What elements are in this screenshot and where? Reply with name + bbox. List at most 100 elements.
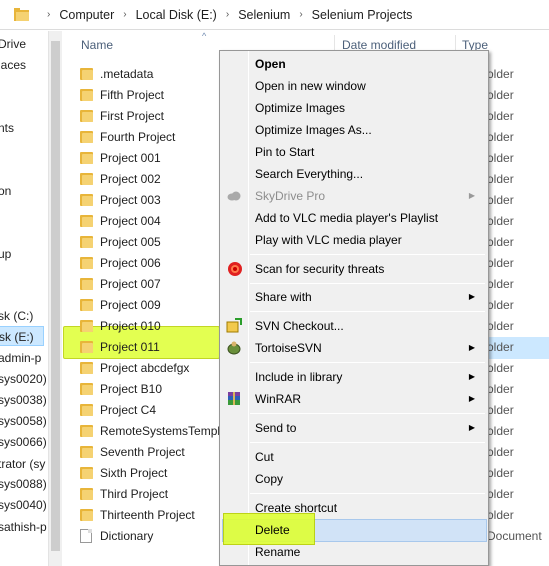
chevron-right-icon[interactable]: › <box>123 9 126 20</box>
file-type: older <box>487 172 514 186</box>
folder-icon <box>80 109 94 123</box>
breadcrumb-selenium-projects[interactable]: Selenium Projects <box>312 8 413 22</box>
file-row[interactable]: Project 005 <box>80 232 161 252</box>
folder-icon <box>14 7 30 22</box>
file-row[interactable]: Project C4 <box>80 400 156 420</box>
navigation-pane: Drive laces nts on up sk (C:) sk (E:) ad… <box>0 31 48 566</box>
file-type: older <box>487 508 514 522</box>
nav-item[interactable]: sys0038) <box>0 390 47 410</box>
file-row[interactable]: Project 007 <box>80 274 161 294</box>
file-type: older <box>487 466 514 480</box>
menu-item-open[interactable]: Open <box>222 53 487 75</box>
menu-item-play-vlc[interactable]: Play with VLC media player <box>222 229 487 251</box>
nav-item[interactable]: admin-p <box>0 348 41 368</box>
menu-item-cut[interactable]: Cut <box>222 446 487 468</box>
menu-item-label: SVN Checkout... <box>255 319 344 333</box>
scrollbar-thumb[interactable] <box>51 41 60 551</box>
nav-item-selected[interactable]: sk (E:) <box>0 326 44 346</box>
menu-item-open-new-window[interactable]: Open in new window <box>222 75 487 97</box>
breadcrumb-computer[interactable]: Computer <box>59 8 114 22</box>
folder-icon <box>80 319 94 333</box>
file-row[interactable]: Project 001 <box>80 148 161 168</box>
column-name[interactable]: Name <box>81 38 113 52</box>
nav-item[interactable]: sathish-p <box>0 517 47 537</box>
folder-icon <box>80 172 94 186</box>
file-row[interactable]: Seventh Project <box>80 442 185 462</box>
folder-icon <box>80 88 94 102</box>
file-row[interactable]: Sixth Project <box>80 463 167 483</box>
chevron-right-icon[interactable]: › <box>47 9 50 20</box>
file-type: older <box>487 67 514 81</box>
menu-item-rename[interactable]: Rename <box>222 541 487 563</box>
folder-icon <box>80 151 94 165</box>
nav-item[interactable]: sys0088) <box>0 474 47 494</box>
file-row[interactable]: Project abcdefgx <box>80 358 189 378</box>
breadcrumb-local-disk[interactable]: Local Disk (E:) <box>136 8 217 22</box>
file-row[interactable]: Project 009 <box>80 295 161 315</box>
menu-item-optimize-images[interactable]: Optimize Images <box>222 97 487 119</box>
file-row[interactable]: Fourth Project <box>80 127 175 147</box>
breadcrumb-selenium[interactable]: Selenium <box>238 8 290 22</box>
folder-icon <box>80 340 94 354</box>
menu-item-svn-checkout[interactable]: SVN Checkout... <box>220 315 487 337</box>
file-row[interactable]: First Project <box>80 106 164 126</box>
file-row[interactable]: Project 002 <box>80 169 161 189</box>
menu-item-tortoise-svn[interactable]: TortoiseSVN ▶ <box>220 337 487 359</box>
folder-icon <box>80 256 94 270</box>
menu-item-skydrive-pro[interactable]: SkyDrive Pro ▶ <box>220 185 487 207</box>
file-row[interactable]: Project 011 <box>80 337 160 357</box>
menu-item-label: TortoiseSVN <box>255 341 322 355</box>
menu-item-scan-threats[interactable]: Scan for security threats <box>220 258 487 280</box>
menu-item-label: Include in library <box>255 370 343 384</box>
nav-item[interactable]: sys0066) <box>0 432 47 452</box>
nav-item[interactable]: sys0040) <box>0 495 47 515</box>
file-type: older <box>487 88 514 102</box>
nav-item[interactable]: sys0058) <box>0 411 47 431</box>
file-row[interactable]: RemoteSystemsTempl <box>80 421 220 441</box>
nav-item[interactable]: up <box>0 244 11 264</box>
file-name: Seventh Project <box>100 445 185 459</box>
menu-item-search-everything[interactable]: Search Everything... <box>222 163 487 185</box>
file-name: Project abcdefgx <box>100 361 190 375</box>
nav-item[interactable]: sys0020) <box>0 369 47 389</box>
menu-separator <box>250 254 485 255</box>
menu-item-share-with[interactable]: Share with ▶ <box>220 286 487 308</box>
file-row[interactable]: Project 003 <box>80 190 161 210</box>
file-type: older <box>487 109 514 123</box>
chevron-right-icon[interactable]: › <box>226 9 229 20</box>
menu-item-include-library[interactable]: Include in library ▶ <box>220 366 487 388</box>
menu-item-label: SkyDrive Pro <box>255 189 326 203</box>
file-name: Project 002 <box>100 172 161 186</box>
menu-item-copy[interactable]: Copy <box>222 468 487 490</box>
menu-item-send-to[interactable]: Send to ▶ <box>220 417 487 439</box>
file-row[interactable]: Project 010 <box>80 316 161 336</box>
menu-item-winrar[interactable]: WinRAR ▶ <box>220 388 487 410</box>
file-row[interactable]: .metadata <box>80 64 153 84</box>
file-type: older <box>487 445 514 459</box>
nav-item[interactable]: on <box>0 181 11 201</box>
file-name: RemoteSystemsTempl <box>100 424 221 438</box>
file-row[interactable]: Dictionary <box>80 526 153 546</box>
nav-item[interactable]: sk (C:) <box>0 306 33 326</box>
menu-item-pin-to-start[interactable]: Pin to Start <box>222 141 487 163</box>
address-bar[interactable]: › Computer › Local Disk (E:) › Selenium … <box>0 0 549 30</box>
file-type: older <box>487 487 514 501</box>
file-row[interactable]: Project B10 <box>80 379 162 399</box>
sort-ascending-icon: ^ <box>202 31 207 41</box>
file-row[interactable]: Project 004 <box>80 211 161 231</box>
chevron-right-icon[interactable]: › <box>299 9 302 20</box>
nav-scrollbar[interactable] <box>48 31 62 566</box>
nav-item[interactable]: laces <box>0 55 26 75</box>
file-row[interactable]: Project 006 <box>80 253 161 273</box>
file-type: Document <box>487 529 542 543</box>
menu-item-optimize-images-as[interactable]: Optimize Images As... <box>222 119 487 141</box>
submenu-arrow-icon: ▶ <box>468 372 475 381</box>
nav-item[interactable]: trator (sy <box>0 454 45 474</box>
file-row[interactable]: Thirteenth Project <box>80 505 195 525</box>
menu-item-add-vlc-playlist[interactable]: Add to VLC media player's Playlist <box>222 207 487 229</box>
file-row[interactable]: Fifth Project <box>80 85 164 105</box>
nav-item[interactable]: Drive <box>0 34 26 54</box>
file-row[interactable]: Third Project <box>80 484 168 504</box>
menu-item-delete[interactable]: Delete <box>222 519 487 541</box>
nav-item[interactable]: nts <box>0 118 14 138</box>
